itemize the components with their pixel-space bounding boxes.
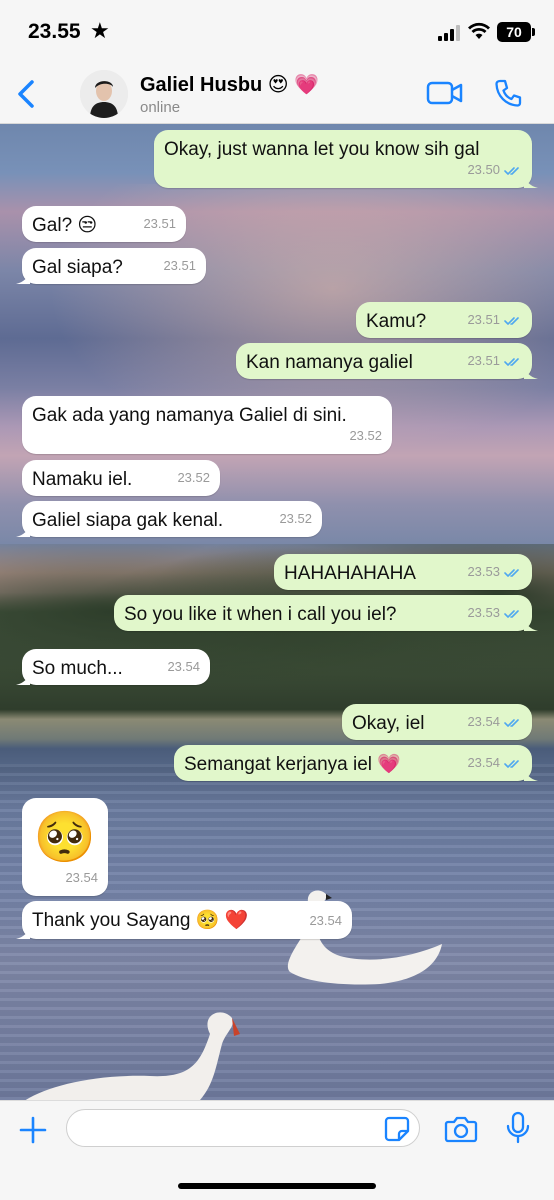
status-time: 23.55	[28, 20, 81, 43]
message-text: Kan namanya galiel	[246, 352, 413, 373]
bubble-tail	[524, 617, 538, 631]
contact-avatar[interactable]	[80, 70, 128, 118]
swan-illustration-2	[25, 1012, 240, 1100]
message-bubble-emoji[interactable]: 🥺 23.54	[22, 798, 108, 896]
message-meta: 23.54	[467, 751, 522, 775]
cellular-signal-icon	[438, 25, 460, 41]
message-bubble-outgoing[interactable]: So you like it when i call you iel? 23.5…	[114, 595, 538, 631]
battery-indicator: 70	[497, 22, 531, 42]
avatar-portrait-icon	[80, 70, 128, 118]
message-bubble-incoming[interactable]: Thank you Sayang 🥺 ❤️ 23.54	[16, 901, 352, 939]
message-meta: 23.53	[467, 601, 522, 625]
message-text: Semangat kerjanya iel 💗	[184, 754, 401, 775]
message-time: 23.54	[309, 913, 342, 928]
read-ticks-icon	[504, 568, 519, 577]
message-time: 23.54	[65, 870, 98, 885]
message-text: Gak ada yang namanya Galiel di sini.	[32, 405, 347, 426]
message-text: Gal? 😒	[32, 215, 98, 236]
wifi-icon	[468, 22, 490, 39]
message-time: 23.54	[467, 755, 500, 770]
phone-call-icon[interactable]	[494, 78, 522, 108]
message-time: 23.51	[143, 216, 176, 231]
message-time: 23.52	[279, 511, 312, 526]
message-meta: 23.50	[467, 158, 522, 182]
message-text: Thank you Sayang 🥺 ❤️	[32, 910, 249, 931]
message-bubble-outgoing[interactable]: Okay, iel 23.54	[342, 704, 532, 740]
message-text: Gal siapa?	[32, 257, 123, 278]
message-bubble-outgoing[interactable]: Semangat kerjanya iel 💗 23.54	[174, 745, 538, 781]
message-text: Okay, just wanna let you know sih gal	[164, 139, 480, 160]
bubble-tail	[524, 365, 538, 379]
message-time: 23.52	[349, 428, 382, 443]
message-bubble-incoming[interactable]: Gal siapa? 23.51	[16, 248, 206, 284]
contact-name[interactable]: Galiel Husbu 😍 💗	[140, 72, 319, 97]
message-bubble-outgoing[interactable]: HAHAHAHAHA 23.53	[274, 554, 532, 590]
read-ticks-icon	[504, 718, 519, 727]
battery-cap	[532, 28, 535, 36]
message-time: 23.53	[467, 564, 500, 579]
status-bar: 23.55 ★ 70	[0, 0, 554, 64]
bubble-tail	[16, 671, 30, 685]
large-emoji: 🥺	[33, 809, 97, 865]
message-bubble-incoming[interactable]: Namaku iel. 23.52	[22, 460, 220, 496]
read-ticks-icon	[504, 759, 519, 768]
message-composer	[0, 1100, 554, 1200]
message-text: So you like it when i call you iel?	[124, 604, 397, 625]
message-input[interactable]	[66, 1109, 420, 1147]
chat-header: Galiel Husbu 😍 💗 online	[0, 64, 554, 124]
message-bubble-incoming[interactable]: Gak ada yang namanya Galiel di sini. 23.…	[22, 396, 392, 454]
message-time: 23.53	[467, 605, 500, 620]
bubble-tail	[16, 270, 30, 284]
star-icon: ★	[90, 18, 110, 43]
message-bubble-incoming[interactable]: Galiel siapa gak kenal. 23.52	[16, 501, 322, 537]
home-indicator[interactable]	[178, 1183, 376, 1189]
message-bubble-incoming[interactable]: So much... 23.54	[16, 649, 210, 685]
message-time: 23.51	[467, 312, 500, 327]
message-text: Kamu?	[366, 311, 427, 332]
message-text: HAHAHAHAHA	[284, 563, 416, 584]
message-bubble-outgoing[interactable]: Okay, just wanna let you know sih gal 23…	[154, 130, 538, 188]
message-time: 23.51	[467, 353, 500, 368]
plus-icon[interactable]	[18, 1115, 48, 1145]
message-time: 23.54	[167, 659, 200, 674]
camera-icon[interactable]	[444, 1115, 478, 1143]
bubble-tail	[16, 925, 30, 939]
video-call-icon[interactable]	[426, 80, 464, 106]
message-meta: 23.53	[467, 560, 522, 584]
message-text: Namaku iel.	[32, 469, 133, 490]
message-bubble-incoming[interactable]: Gal? 😒 23.51	[22, 206, 186, 242]
message-bubble-outgoing[interactable]: Kamu? 23.51	[356, 302, 532, 338]
message-bubble-outgoing[interactable]: Kan namanya galiel 23.51	[236, 343, 538, 379]
microphone-icon[interactable]	[506, 1111, 530, 1145]
sticker-icon[interactable]	[384, 1116, 410, 1142]
read-ticks-icon	[504, 609, 519, 618]
bubble-tail	[524, 174, 538, 188]
contact-status: online	[140, 99, 181, 116]
read-ticks-icon	[504, 357, 519, 366]
message-text: Galiel siapa gak kenal.	[32, 510, 224, 531]
chat-area[interactable]: Okay, just wanna let you know sih gal 23…	[0, 124, 554, 1100]
message-meta: 23.51	[467, 308, 522, 332]
message-time: 23.51	[163, 258, 196, 273]
back-chevron-icon[interactable]	[14, 78, 40, 110]
message-time: 23.54	[467, 714, 500, 729]
message-meta: 23.54	[467, 710, 522, 734]
message-time: 23.52	[177, 470, 210, 485]
bubble-tail	[16, 523, 30, 537]
read-ticks-icon	[504, 316, 519, 325]
message-text: Okay, iel	[352, 713, 425, 734]
bubble-tail	[524, 767, 538, 781]
message-time: 23.50	[467, 162, 500, 177]
message-meta: 23.51	[467, 349, 522, 373]
read-ticks-icon	[504, 166, 519, 175]
message-text: So much...	[32, 658, 123, 679]
